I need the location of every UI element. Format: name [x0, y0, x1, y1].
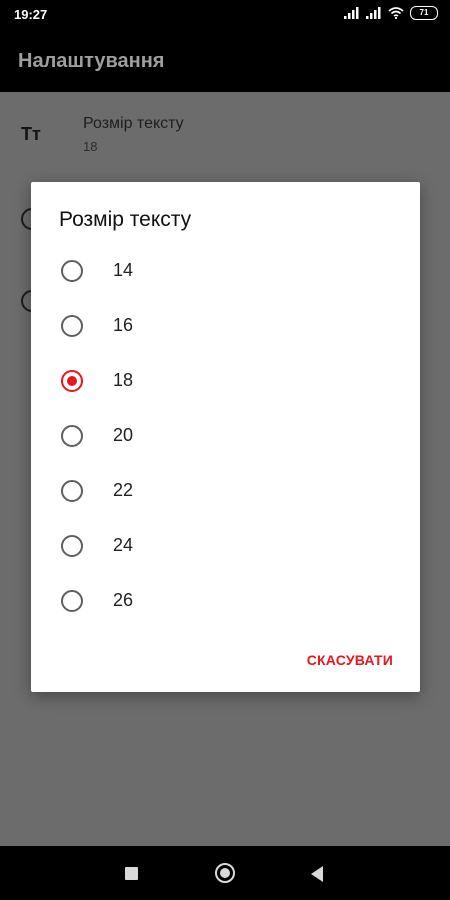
option-label: 24 — [113, 535, 134, 555]
option-label: 18 — [113, 370, 134, 390]
option-16[interactable]: 16 — [31, 299, 420, 354]
option-14[interactable]: 14 — [31, 244, 420, 299]
navigation-bar — [0, 846, 450, 900]
option-20[interactable]: 20 — [31, 409, 420, 464]
pref-summary: 18 — [83, 139, 98, 154]
page-title: Налаштування — [18, 50, 165, 72]
status-icons: 71 — [344, 6, 438, 20]
radio-button[interactable] — [61, 260, 83, 282]
text-size-dialog: Розмір тексту 14 16 18 20 22 24 26 СКАСУ… — [31, 182, 420, 692]
wifi-icon — [388, 7, 404, 19]
option-label: 26 — [113, 590, 134, 610]
option-label: 20 — [113, 425, 134, 445]
option-24[interactable]: 24 — [31, 519, 420, 574]
option-22[interactable]: 22 — [31, 464, 420, 519]
signal-icon — [344, 7, 359, 19]
radio-button-selected[interactable] — [61, 370, 83, 392]
radio-button[interactable] — [61, 535, 83, 557]
radio-button[interactable] — [61, 315, 83, 337]
option-label: 16 — [113, 315, 134, 335]
option-label: 14 — [113, 260, 134, 280]
back-icon[interactable] — [311, 866, 323, 882]
battery-icon: 71 — [410, 6, 438, 20]
signal-icon — [366, 7, 381, 19]
app-bar: Налаштування — [0, 30, 450, 92]
cancel-button[interactable]: СКАСУВАТИ — [307, 652, 393, 668]
text-size-icon: Тт — [21, 124, 41, 144]
status-bar: 19:27 71 — [0, 0, 450, 30]
option-label: 22 — [113, 480, 134, 500]
option-18[interactable]: 18 — [31, 354, 420, 409]
dialog-title: Розмір тексту — [59, 208, 192, 231]
radio-button[interactable] — [61, 590, 83, 612]
pref-title: Розмір тексту — [83, 115, 184, 132]
option-26[interactable]: 26 — [31, 574, 420, 629]
status-time: 19:27 — [14, 7, 48, 22]
radio-button[interactable] — [61, 480, 83, 502]
radio-button[interactable] — [61, 425, 83, 447]
recents-icon[interactable] — [125, 867, 138, 880]
battery-level: 71 — [419, 8, 429, 17]
home-icon[interactable] — [215, 863, 235, 883]
